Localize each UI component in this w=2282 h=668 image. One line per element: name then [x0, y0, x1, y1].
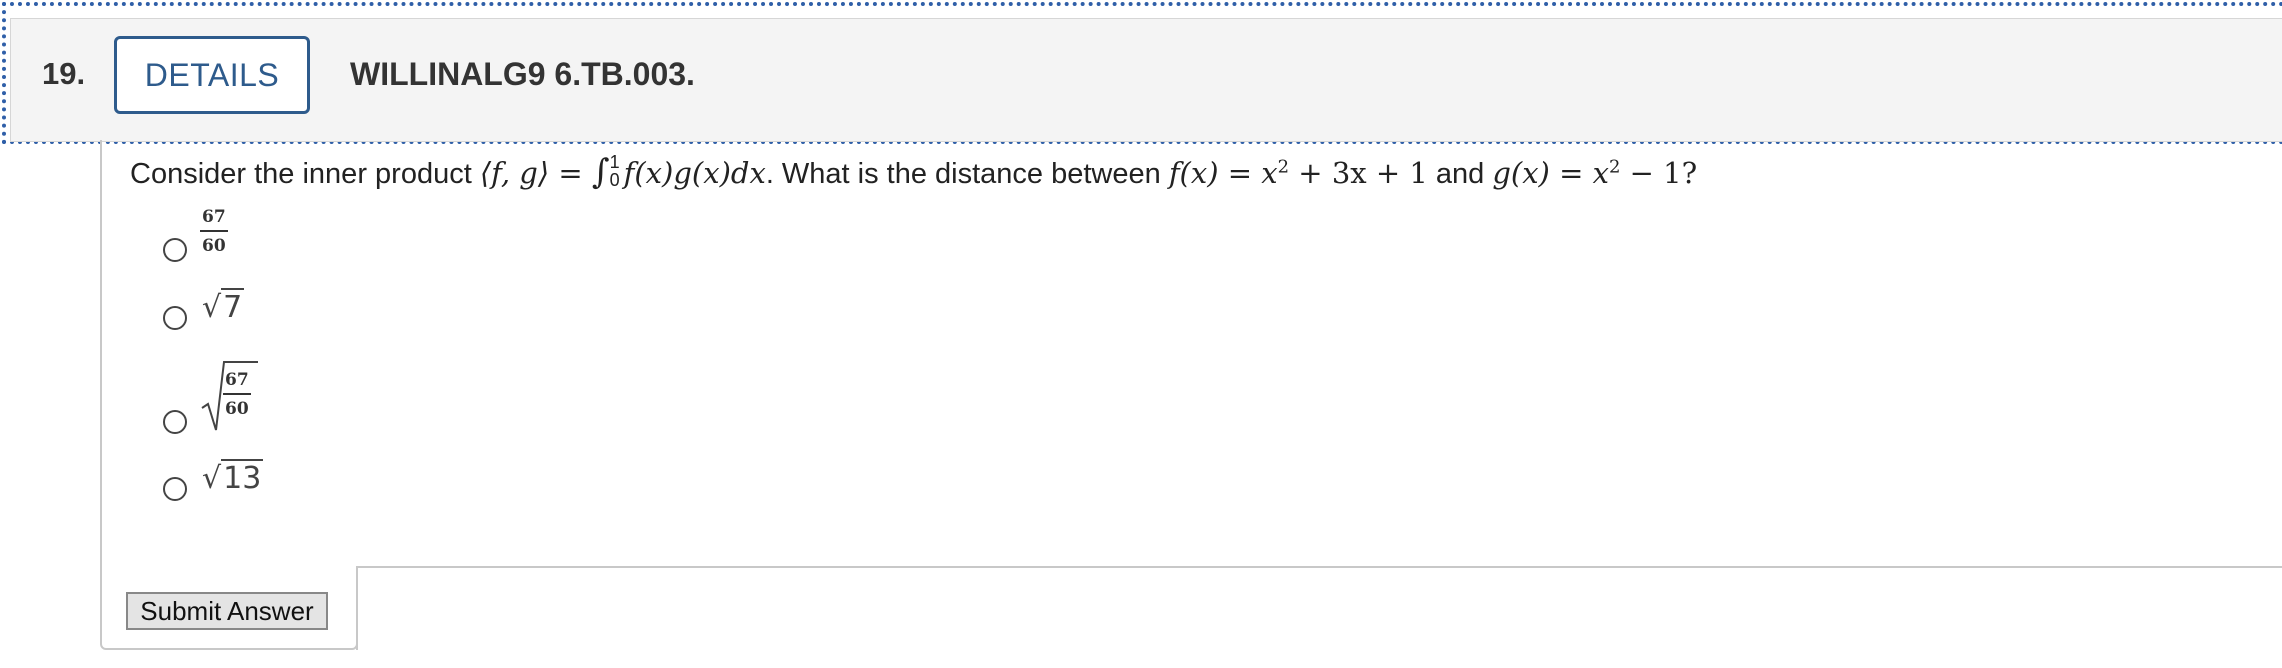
question-text: Consider the inner product ⟨f, g⟩ = ∫ 1 0 f… [130, 152, 1697, 193]
option-1-fraction: 67 60 [200, 207, 228, 256]
option-4-radio[interactable] [163, 477, 187, 501]
option-1-denominator: 60 [202, 236, 226, 256]
integral-lower: 0 [609, 170, 620, 191]
submit-answer-button[interactable]: Submit Answer [126, 592, 328, 630]
question-lead: Consider the inner product [130, 158, 480, 190]
f-rest: + 3x + 1 [1289, 156, 1428, 190]
question-mid: . What is the distance between [765, 158, 1169, 190]
option-4-radicand: 13 [221, 459, 264, 496]
option-3-numerator: 67 [223, 370, 251, 395]
integral-limits: 10 [610, 153, 620, 189]
f-exponent: 2 [1277, 156, 1290, 178]
option-4-sqrt: √13 [202, 459, 264, 496]
option-2-radio[interactable] [163, 306, 187, 330]
question-number: 19. [42, 56, 86, 91]
option-3-radio[interactable] [163, 410, 187, 434]
integral-sign: ∫ [591, 152, 610, 192]
integral-upper: 1 [609, 152, 620, 173]
g-rest: − 1? [1620, 156, 1698, 190]
question-code: WILLINALG9 6.TB.003. [350, 56, 695, 92]
option-2-radicand: 7 [221, 288, 245, 325]
option-3-fraction: 67 60 [223, 370, 251, 419]
integrand: f(x)g(x)dx [623, 156, 766, 190]
and-word: and [1427, 158, 1493, 190]
question-header [2, 2, 2282, 144]
option-3-denominator: 60 [225, 399, 249, 419]
panel-divider [356, 566, 2282, 568]
option-2-sqrt: √7 [202, 288, 245, 325]
question-panel [100, 140, 2282, 568]
option-1-radio[interactable] [163, 238, 187, 262]
details-button[interactable]: DETAILS [114, 36, 310, 114]
inner-product-symbol: ⟨f, g⟩ [479, 156, 550, 190]
f-expression: f(x) = x [1168, 156, 1278, 190]
g-expression: g(x) = x [1492, 156, 1609, 190]
equals: = [549, 156, 592, 190]
g-exponent: 2 [1608, 156, 1621, 178]
option-1-numerator: 67 [200, 207, 228, 232]
panel-divider-vertical [356, 566, 358, 650]
